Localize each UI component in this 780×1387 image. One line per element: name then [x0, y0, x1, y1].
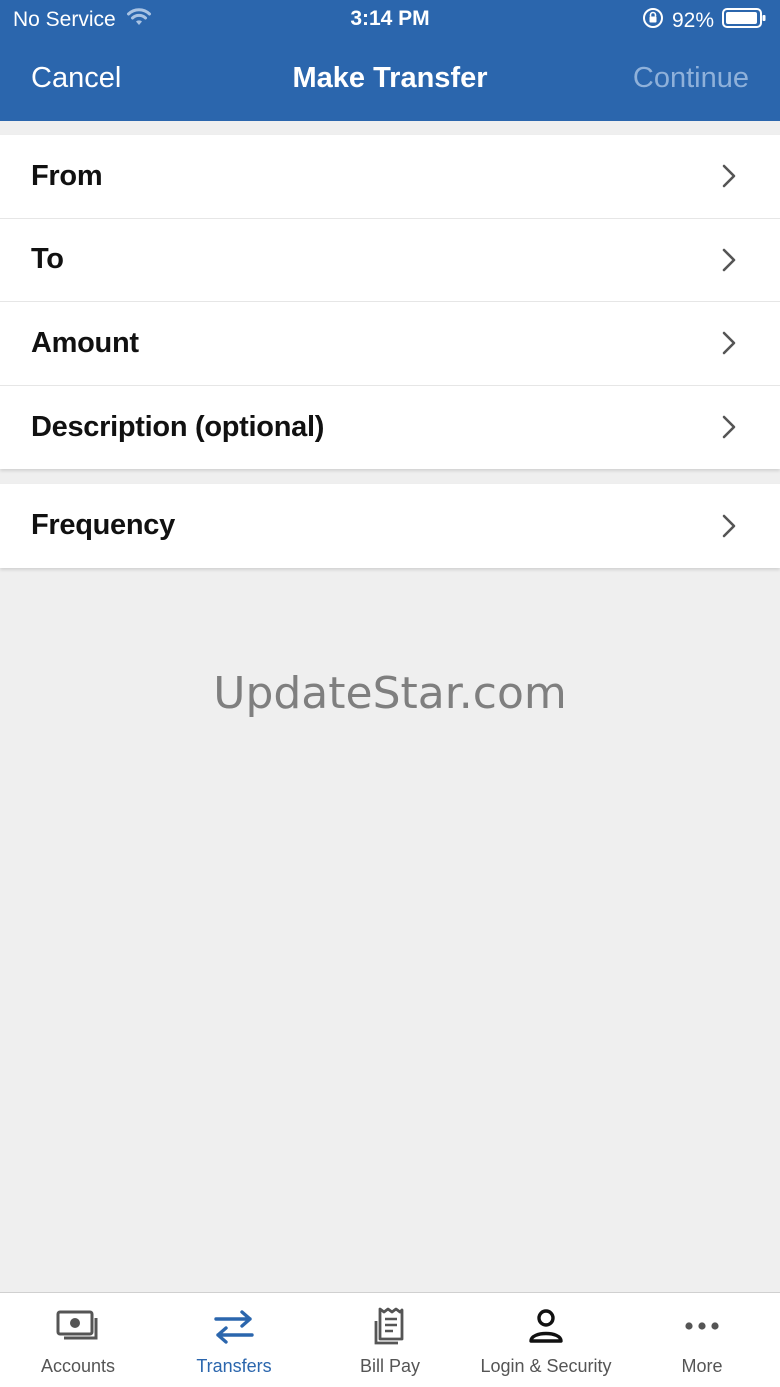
transfer-details-group: From To Amount Description (optional) — [0, 135, 780, 469]
frequency-row[interactable]: Frequency — [0, 484, 780, 568]
more-dots-icon — [685, 1322, 719, 1330]
chevron-right-icon — [722, 331, 736, 355]
chevron-right-icon — [722, 514, 736, 538]
frequency-group: Frequency — [0, 484, 780, 568]
receipt-icon — [374, 1307, 404, 1345]
from-row[interactable]: From — [0, 135, 780, 219]
tab-login-security-label: Login & Security — [480, 1356, 612, 1376]
status-bar: No Service 3:14 PM 92% — [0, 0, 780, 40]
chevron-right-icon — [722, 164, 736, 188]
chevron-right-icon — [722, 415, 736, 439]
orientation-lock-icon — [642, 7, 664, 35]
cash-icon — [56, 1310, 98, 1340]
tab-more-label: More — [681, 1356, 723, 1376]
tab-bar: Accounts Transfers Bill Pay Login & Secu… — [0, 1292, 780, 1387]
battery-icon — [722, 7, 766, 35]
to-label: To — [31, 243, 64, 276]
description-label: Description (optional) — [31, 410, 325, 443]
tab-accounts-label: Accounts — [40, 1356, 116, 1376]
amount-label: Amount — [31, 326, 139, 359]
description-row[interactable]: Description (optional) — [0, 386, 780, 470]
battery-percent: 92% — [671, 9, 714, 32]
tab-transfers-label: Transfers — [196, 1356, 272, 1376]
top-bar: No Service 3:14 PM 92% Cancel Make Trans… — [0, 0, 780, 121]
from-label: From — [31, 159, 103, 192]
tab-bill-pay[interactable]: Bill Pay — [312, 1293, 468, 1387]
tab-transfers[interactable]: Transfers — [156, 1293, 312, 1387]
continue-button[interactable]: Continue — [633, 62, 749, 95]
amount-row[interactable]: Amount — [0, 302, 780, 386]
transfer-arrows-icon — [214, 1310, 254, 1344]
watermark: UpdateStar.com — [213, 668, 567, 719]
person-icon — [529, 1309, 563, 1343]
chevron-right-icon — [722, 248, 736, 272]
to-row[interactable]: To — [0, 219, 780, 302]
tab-more[interactable]: More — [624, 1293, 780, 1387]
tab-login-security[interactable]: Login & Security — [468, 1293, 624, 1387]
frequency-label: Frequency — [31, 509, 175, 542]
tab-bill-pay-label: Bill Pay — [359, 1356, 421, 1376]
tab-accounts[interactable]: Accounts — [0, 1293, 156, 1387]
